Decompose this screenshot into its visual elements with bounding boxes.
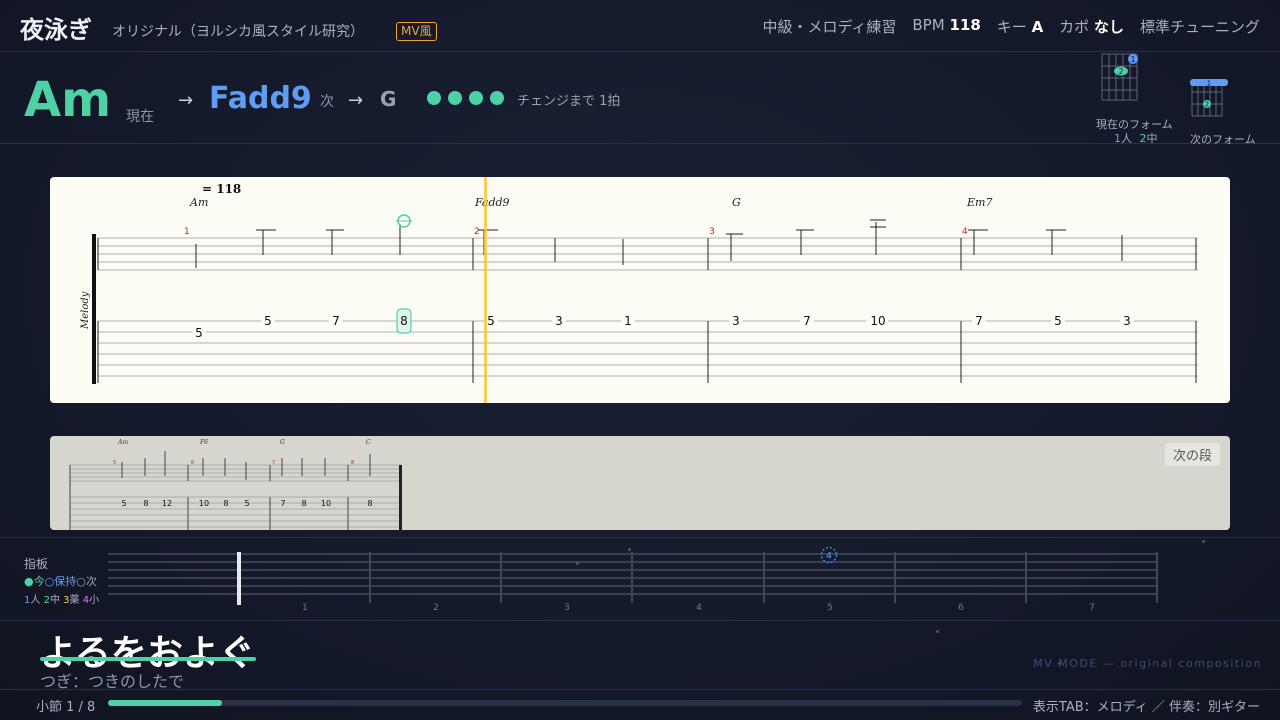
next-row-frets: 5 8 12 10 8 5 7 8 10 8 — [121, 499, 372, 508]
fret-number: 1 — [624, 314, 632, 328]
arrow-icon: → — [178, 90, 194, 111]
fret-number: 8 — [367, 499, 372, 508]
finger-dot-label: 2 — [1205, 101, 1209, 109]
measure-number: 2 — [474, 227, 480, 237]
tab-staff: = 118 Am Fadd9 G Em7 1 2 3 4 Melody 5 5 … — [80, 177, 1198, 403]
finger-dot-label: 1 — [1130, 55, 1135, 64]
progress-fill — [108, 700, 223, 706]
playhead — [484, 177, 487, 403]
fret-index: 4 — [696, 603, 702, 613]
chord-name: Em7 — [966, 196, 992, 209]
fret-number: 10 — [199, 499, 209, 508]
tempo-mark: = 118 — [202, 182, 241, 196]
fretboard-title: 指板 — [24, 557, 49, 571]
fretboard-legend: ●今○保持○次 — [24, 575, 97, 588]
next-row-button[interactable]: 次の段 — [1165, 443, 1221, 466]
beat-dot — [427, 91, 441, 105]
finger-legend: 1人 2中 — [1114, 132, 1158, 145]
fret-number: 3 — [1123, 314, 1131, 328]
star-decor — [936, 630, 939, 633]
song-subtitle: オリジナル（ヨルシカ風スタイル研究） — [112, 24, 364, 40]
next-chord-label: 次 — [320, 94, 334, 110]
fret-number: 5 — [487, 314, 495, 328]
beat-dot — [448, 91, 462, 105]
fret-index: 2 — [433, 603, 439, 613]
fret-number: 3 — [732, 314, 740, 328]
next-form-label: 次のフォーム — [1190, 133, 1256, 146]
fret-index: 1 — [302, 603, 308, 613]
fret-index: 5 — [827, 603, 833, 613]
chord-name: C — [366, 439, 371, 446]
fretboard: 4 1 2 3 4 5 6 7 — [108, 546, 1158, 613]
chord-name: G — [732, 196, 741, 209]
next-position-label: 4 — [826, 552, 832, 562]
fret-number: 12 — [162, 499, 172, 508]
note-stems — [195, 219, 1123, 268]
fret-index: 7 — [1089, 603, 1095, 613]
arrow-icon: → — [348, 90, 364, 111]
next-form-diagram: 1 2 — [1190, 79, 1228, 117]
fret-number: 8 — [301, 499, 306, 508]
next-row-preview[interactable]: Am F6 G C 5 6 7 8 5 8 12 10 8 5 7 8 10 8 — [50, 436, 1230, 530]
mv-mode-watermark: MV MODE — original composition — [1033, 657, 1262, 670]
barre-marker-label: 1 — [1207, 80, 1211, 88]
measure-counter: 小節 1 / 8 — [36, 700, 96, 715]
tab-lines — [98, 320, 1198, 377]
current-chord: Am — [24, 72, 112, 128]
level-label: 中級・メロディ練習 — [762, 18, 897, 36]
fret-number: 7 — [803, 314, 811, 328]
capo-info: カポ なし — [1059, 18, 1124, 36]
chord-name: G — [280, 439, 285, 446]
change-countdown: チェンジまで 1拍 — [517, 94, 621, 109]
system-bracket — [92, 234, 96, 384]
beat-dot — [469, 91, 483, 105]
current-form-diagram: 1 2 — [1101, 53, 1138, 101]
chord-name: F6 — [199, 439, 208, 446]
fret-number: 10 — [321, 499, 331, 508]
measure-number: 3 — [709, 227, 715, 237]
bpm-info: BPM 118 — [912, 16, 981, 34]
chord-name: Am — [117, 439, 128, 446]
fret-number: 3 — [555, 314, 563, 328]
chord-name: Fadd9 — [474, 196, 510, 209]
progress-bar[interactable] — [108, 700, 1022, 706]
after-chord: G — [380, 87, 397, 111]
fret-number: 10 — [870, 314, 885, 328]
fret-number: 5 — [121, 499, 126, 508]
fret-number-current: 8 — [400, 314, 408, 328]
song-info: 中級・メロディ練習 BPM 118 キー A カポ なし 標準チューニング — [762, 16, 1260, 37]
fret-number: 7 — [332, 314, 340, 328]
measure-number: 1 — [184, 227, 190, 237]
chord-name: Am — [189, 196, 208, 209]
track-name: Melody — [80, 291, 91, 330]
finger-color-legend: 1人 2中 3薬 4小 — [24, 595, 100, 606]
lyric-underline — [40, 657, 256, 661]
next-chord: Fadd9 — [209, 81, 312, 116]
fret-number: 7 — [975, 314, 983, 328]
fret-number: 5 — [244, 499, 249, 508]
beat-dot — [490, 91, 504, 105]
song-title: 夜泳ぎ — [20, 16, 92, 44]
fret-numbers: 5 5 7 8 5 3 1 3 7 10 7 5 3 — [192, 308, 1134, 340]
display-mode-info: 表示TAB：メロディ ／ 伴奏：別ギター — [1032, 700, 1260, 715]
fret-number: 5 — [195, 326, 203, 340]
tuning-label: 標準チューニング — [1139, 18, 1260, 36]
fret-index: 3 — [564, 603, 570, 613]
current-chord-label: 現在 — [126, 109, 154, 125]
fret-index: 6 — [958, 603, 964, 613]
mv-badge: MV風 — [396, 22, 437, 41]
barlines — [97, 238, 1197, 383]
fret-number: 7 — [280, 499, 285, 508]
fret-number: 8 — [223, 499, 228, 508]
fret-number: 5 — [264, 314, 272, 328]
measure-number: 4 — [962, 227, 968, 237]
fret-number: 5 — [1054, 314, 1062, 328]
next-row-staff: Am F6 G C 5 6 7 8 5 8 12 10 8 5 7 8 10 8 — [69, 439, 402, 530]
fret-number: 8 — [143, 499, 148, 508]
nut — [237, 552, 241, 605]
finger-dot-label: 2 — [1118, 67, 1123, 76]
tab-score: = 118 Am Fadd9 G Em7 1 2 3 4 Melody 5 5 … — [50, 177, 1230, 403]
key-info: キー A — [996, 18, 1044, 36]
